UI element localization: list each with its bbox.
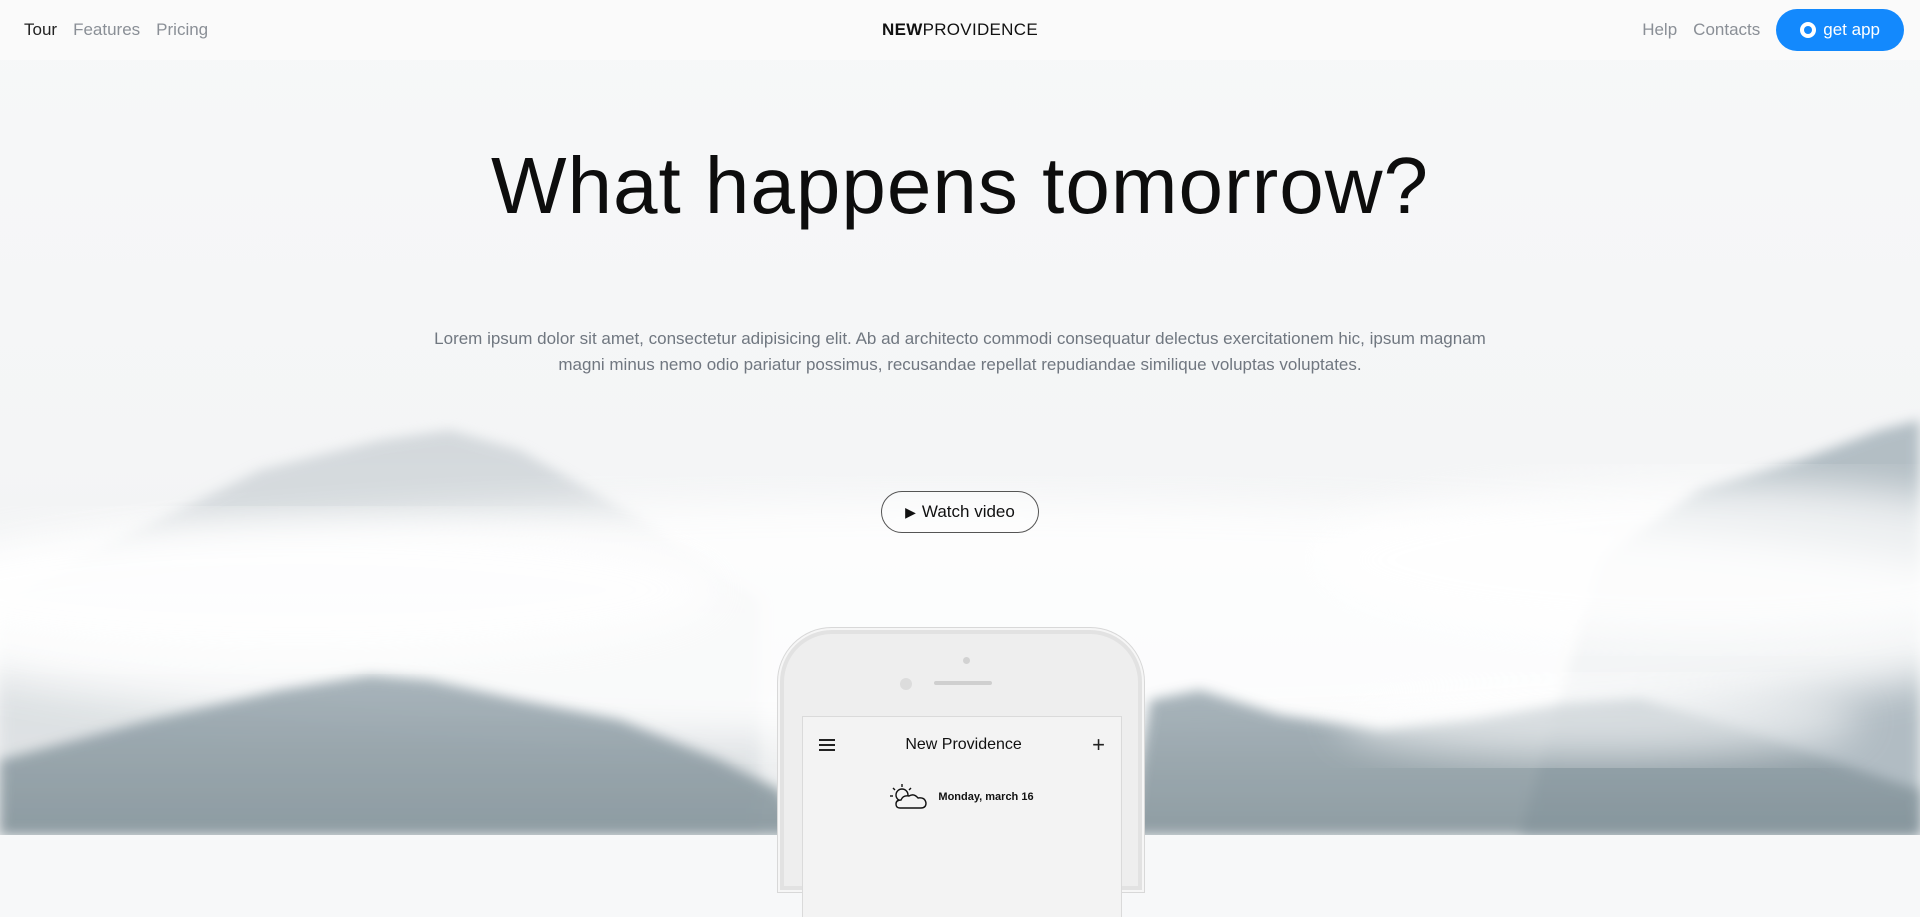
plus-icon[interactable]: + <box>1092 734 1105 756</box>
nav-right: Help Contacts get app <box>1642 0 1904 60</box>
hero-lead: Lorem ipsum dolor sit amet, consectetur … <box>434 329 1486 374</box>
nav-link-features[interactable]: Features <box>73 20 140 40</box>
nav-link-help[interactable]: Help <box>1642 20 1677 40</box>
brand-logo: NEW PROVIDENCE <box>0 0 1920 60</box>
phone-mockup: New Providence + Monday, march 16 <box>780 630 1142 917</box>
nav-link-tour[interactable]: Tour <box>24 20 57 40</box>
phone-screen: New Providence + Monday, march 16 <box>802 716 1122 917</box>
nav-link-contacts[interactable]: Contacts <box>1693 20 1760 40</box>
brand-rest: PROVIDENCE <box>922 20 1038 39</box>
date-label: Monday, march 16 <box>938 791 1034 803</box>
brand-bold: NEW <box>882 20 923 39</box>
nav-link-pricing[interactable]: Pricing <box>156 20 208 40</box>
play-icon: ▶ <box>905 503 916 520</box>
app-bar: New Providence + <box>803 717 1121 773</box>
get-app-label: get app <box>1823 20 1880 39</box>
github-icon <box>1800 22 1817 38</box>
hero-title: What happens tomorrow? <box>490 141 1429 230</box>
nav-left: Tour Features Pricing <box>24 0 208 60</box>
app-title: New Providence <box>905 736 1022 753</box>
phone-sensor <box>900 678 912 690</box>
phone-speaker <box>934 681 992 685</box>
hamburger-icon[interactable] <box>819 739 835 751</box>
phone-camera <box>963 657 970 664</box>
get-app-button[interactable]: get app <box>1776 9 1904 51</box>
top-nav: Tour Features Pricing NEW PROVIDENCE Help… <box>0 0 1920 60</box>
watch-video-label: Watch video <box>921 502 1015 521</box>
partly-cloudy-icon <box>890 784 928 809</box>
weather-date-row: Monday, march 16 <box>803 783 1121 811</box>
watch-video-button[interactable]: ▶ Watch video <box>881 491 1039 533</box>
